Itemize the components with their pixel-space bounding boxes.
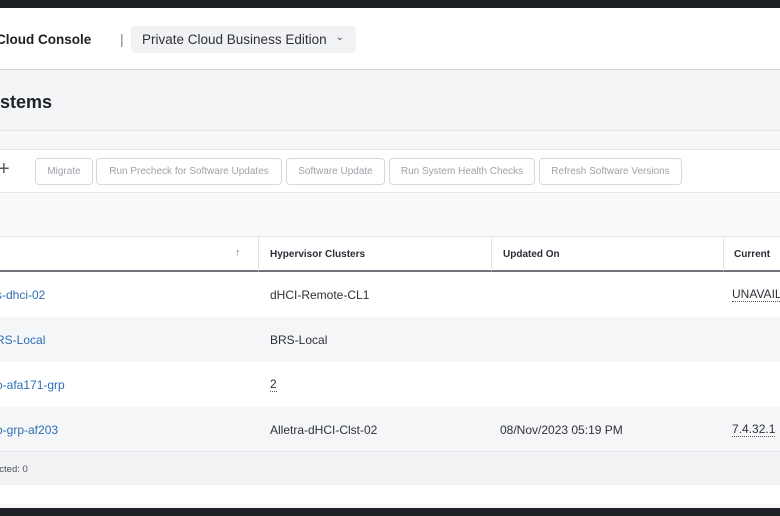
system-name-link[interactable]: s-dhci-02	[0, 272, 45, 317]
add-icon[interactable]: +	[0, 159, 10, 179]
run-health-checks-button[interactable]: Run System Health Checks	[389, 158, 535, 185]
software-update-button[interactable]: Software Update	[286, 158, 385, 185]
top-dark-strip	[0, 0, 780, 8]
system-name-link[interactable]: o-grp-af203	[0, 407, 58, 452]
title-band: ystems	[0, 71, 780, 131]
page-title: ystems	[0, 92, 53, 112]
column-hypervisor-clusters[interactable]: Hypervisor Clusters	[270, 237, 365, 271]
table-footer: ected: 0	[0, 451, 780, 485]
chevron-down-icon: ⌄	[335, 32, 344, 43]
system-name-link[interactable]: RS-Local	[0, 317, 45, 362]
systems-card: + Migrate Run Precheck for Software Upda…	[0, 149, 780, 504]
edition-label: Private Cloud Business Edition	[142, 32, 327, 47]
table-row[interactable]: s-dhci-02 dHCI-Remote-CL1 UNAVAIL	[0, 272, 780, 317]
console-brand: ices Cloud Console	[0, 32, 92, 47]
hypervisor-cluster-cell: Alletra-dHCI-Clst-02	[270, 422, 378, 437]
console-page: ices Cloud Console | Private Cloud Busin…	[0, 8, 780, 508]
column-current[interactable]: Current	[734, 237, 770, 271]
edition-selector[interactable]: Private Cloud Business Edition ⌄	[131, 26, 356, 53]
table-header: ↑ Hypervisor Clusters Updated On Current	[0, 236, 780, 272]
column-divider[interactable]	[258, 237, 259, 271]
current-version-cell[interactable]: UNAVAIL	[732, 272, 780, 317]
table-row[interactable]: o-afa171-grp 2	[0, 362, 780, 407]
hypervisor-cluster-cell: BRS-Local	[270, 332, 328, 347]
system-name-link[interactable]: o-afa171-grp	[0, 362, 65, 407]
hypervisor-cluster-cell: dHCI-Remote-CL1	[270, 287, 370, 302]
column-updated-on[interactable]: Updated On	[503, 237, 560, 271]
filter-band	[0, 194, 780, 236]
actions-toolbar: + Migrate Run Precheck for Software Upda…	[0, 150, 780, 193]
refresh-versions-button[interactable]: Refresh Software Versions	[539, 158, 682, 185]
current-version-cell[interactable]: 7.4.32.1	[732, 407, 776, 452]
column-divider[interactable]	[723, 237, 724, 271]
column-divider[interactable]	[491, 237, 492, 271]
updated-on-cell: 08/Nov/2023 05:19 PM	[500, 422, 623, 437]
migrate-button[interactable]: Migrate	[35, 158, 93, 185]
header-separator: |	[120, 31, 124, 47]
hypervisor-cluster-count[interactable]: 2	[270, 362, 277, 407]
current-version-value: 7.4.32.1	[732, 422, 776, 437]
table-row[interactable]: o-grp-af203 Alletra-dHCI-Clst-02 08/Nov/…	[0, 407, 780, 452]
app-header: ices Cloud Console | Private Cloud Busin…	[0, 8, 780, 70]
bottom-dark-strip	[0, 508, 780, 516]
current-version-value: UNAVAIL	[732, 287, 780, 302]
table-row[interactable]: RS-Local BRS-Local	[0, 317, 780, 362]
sort-ascending-icon[interactable]: ↑	[235, 247, 241, 259]
cluster-count-value: 2	[270, 377, 277, 392]
selected-count: ected: 0	[0, 464, 28, 475]
run-precheck-button[interactable]: Run Precheck for Software Updates	[96, 158, 282, 185]
